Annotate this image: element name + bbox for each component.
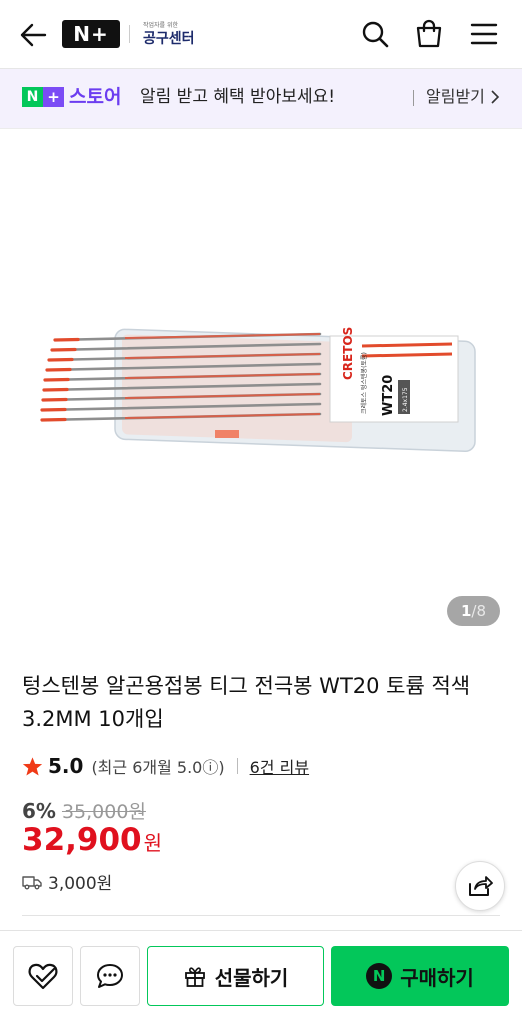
chevron-right-icon xyxy=(491,90,500,104)
price-currency-unit: 원 xyxy=(143,831,163,855)
product-image-gallery[interactable]: CRETOS 크레토스 텅스텐봉(토륨) WT20 2.4x175 xyxy=(0,130,522,642)
box-size-text: 2.4x175 xyxy=(402,387,409,412)
share-button[interactable] xyxy=(455,861,505,911)
store-label: 스토어 xyxy=(69,86,122,108)
sale-price-row: 32,900 원 xyxy=(22,822,162,858)
buy-button[interactable]: N 구매하기 xyxy=(331,946,509,1006)
product-photo: CRETOS 크레토스 텅스텐봉(토륨) WT20 2.4x175 xyxy=(40,327,476,452)
store-tagline: 작업자를 위한 xyxy=(143,22,179,29)
wishlist-button[interactable] xyxy=(13,946,73,1006)
shopping-bag-icon[interactable] xyxy=(413,18,445,50)
discount-row: 6% 35,000원 xyxy=(22,797,146,824)
rating-divider xyxy=(236,758,238,774)
total-image-count: 8 xyxy=(476,602,487,620)
review-count-link[interactable]: 6건 리뷰 xyxy=(250,754,309,778)
search-icon[interactable] xyxy=(359,18,391,50)
shipping-fee: 3,000원 xyxy=(48,874,113,894)
sale-price: 32,900 xyxy=(22,822,142,858)
banner-message: 알림 받고 혜택 받아보세요! xyxy=(140,87,336,107)
product-label-card: CRETOS 크레토스 텅스텐봉(토륨) WT20 2.4x175 xyxy=(329,327,459,423)
banner-divider xyxy=(413,90,414,106)
store-name-logo[interactable]: 작업자를 위한 공구센터 xyxy=(143,22,203,48)
badge-plus: + xyxy=(43,87,64,107)
share-icon xyxy=(469,876,493,896)
rating-row: 5.0 (최근 6개월 5.0ⓘ) 6건 리뷰 xyxy=(22,752,309,780)
buy-button-label: 구매하기 xyxy=(400,965,474,990)
notification-subscribe-link[interactable]: 알림받기 xyxy=(426,85,500,109)
original-price: 35,000원 xyxy=(61,801,146,823)
gift-button-label: 선물하기 xyxy=(214,965,289,990)
star-icon xyxy=(22,756,43,776)
rating-score: 5.0 xyxy=(48,754,84,778)
bottom-action-bar: 선물하기 N 구매하기 xyxy=(0,930,522,1024)
discount-rate: 6% xyxy=(22,799,56,823)
rating-period-note[interactable]: (최근 6개월 5.0ⓘ) xyxy=(91,754,224,778)
store-name: 공구센터 xyxy=(143,31,195,47)
hamburger-menu-icon[interactable] xyxy=(468,18,500,50)
logo-divider xyxy=(129,25,130,43)
naver-plus-logo[interactable]: N+ xyxy=(62,20,120,48)
box-label-text: 크레토스 텅스텐봉(토륨) xyxy=(360,352,368,414)
naver-plus-badge: N + xyxy=(22,87,64,107)
chat-bubble-icon xyxy=(97,964,123,988)
back-arrow-icon[interactable] xyxy=(18,20,48,50)
delivery-truck-icon xyxy=(22,875,42,889)
naver-pay-n-icon: N xyxy=(366,963,393,989)
gift-box-icon xyxy=(184,967,205,987)
heart-check-icon xyxy=(28,963,58,990)
product-title: 텅스텐봉 알곤용접봉 티그 전극봉 WT20 토륨 적색 3.2MM 10개입 xyxy=(22,674,471,731)
gift-button[interactable]: 선물하기 xyxy=(147,946,324,1006)
current-image-index: 1 xyxy=(460,602,472,620)
shipping-row: 3,000원 xyxy=(22,869,112,894)
badge-n: N xyxy=(22,87,43,107)
box-model-text: WT20 xyxy=(381,375,396,416)
store-notification-banner[interactable]: N + 스토어 알림 받고 혜택 받아보세요! 알림받기 xyxy=(0,69,522,129)
image-page-counter: 1 / 8 xyxy=(447,596,500,626)
box-brand-text: CRETOS xyxy=(341,327,355,380)
section-divider xyxy=(22,915,500,916)
notification-subscribe-label: 알림받기 xyxy=(426,87,485,106)
talktalk-chat-button[interactable] xyxy=(80,946,140,1006)
top-header: N+ 작업자를 위한 공구센터 xyxy=(0,0,522,69)
